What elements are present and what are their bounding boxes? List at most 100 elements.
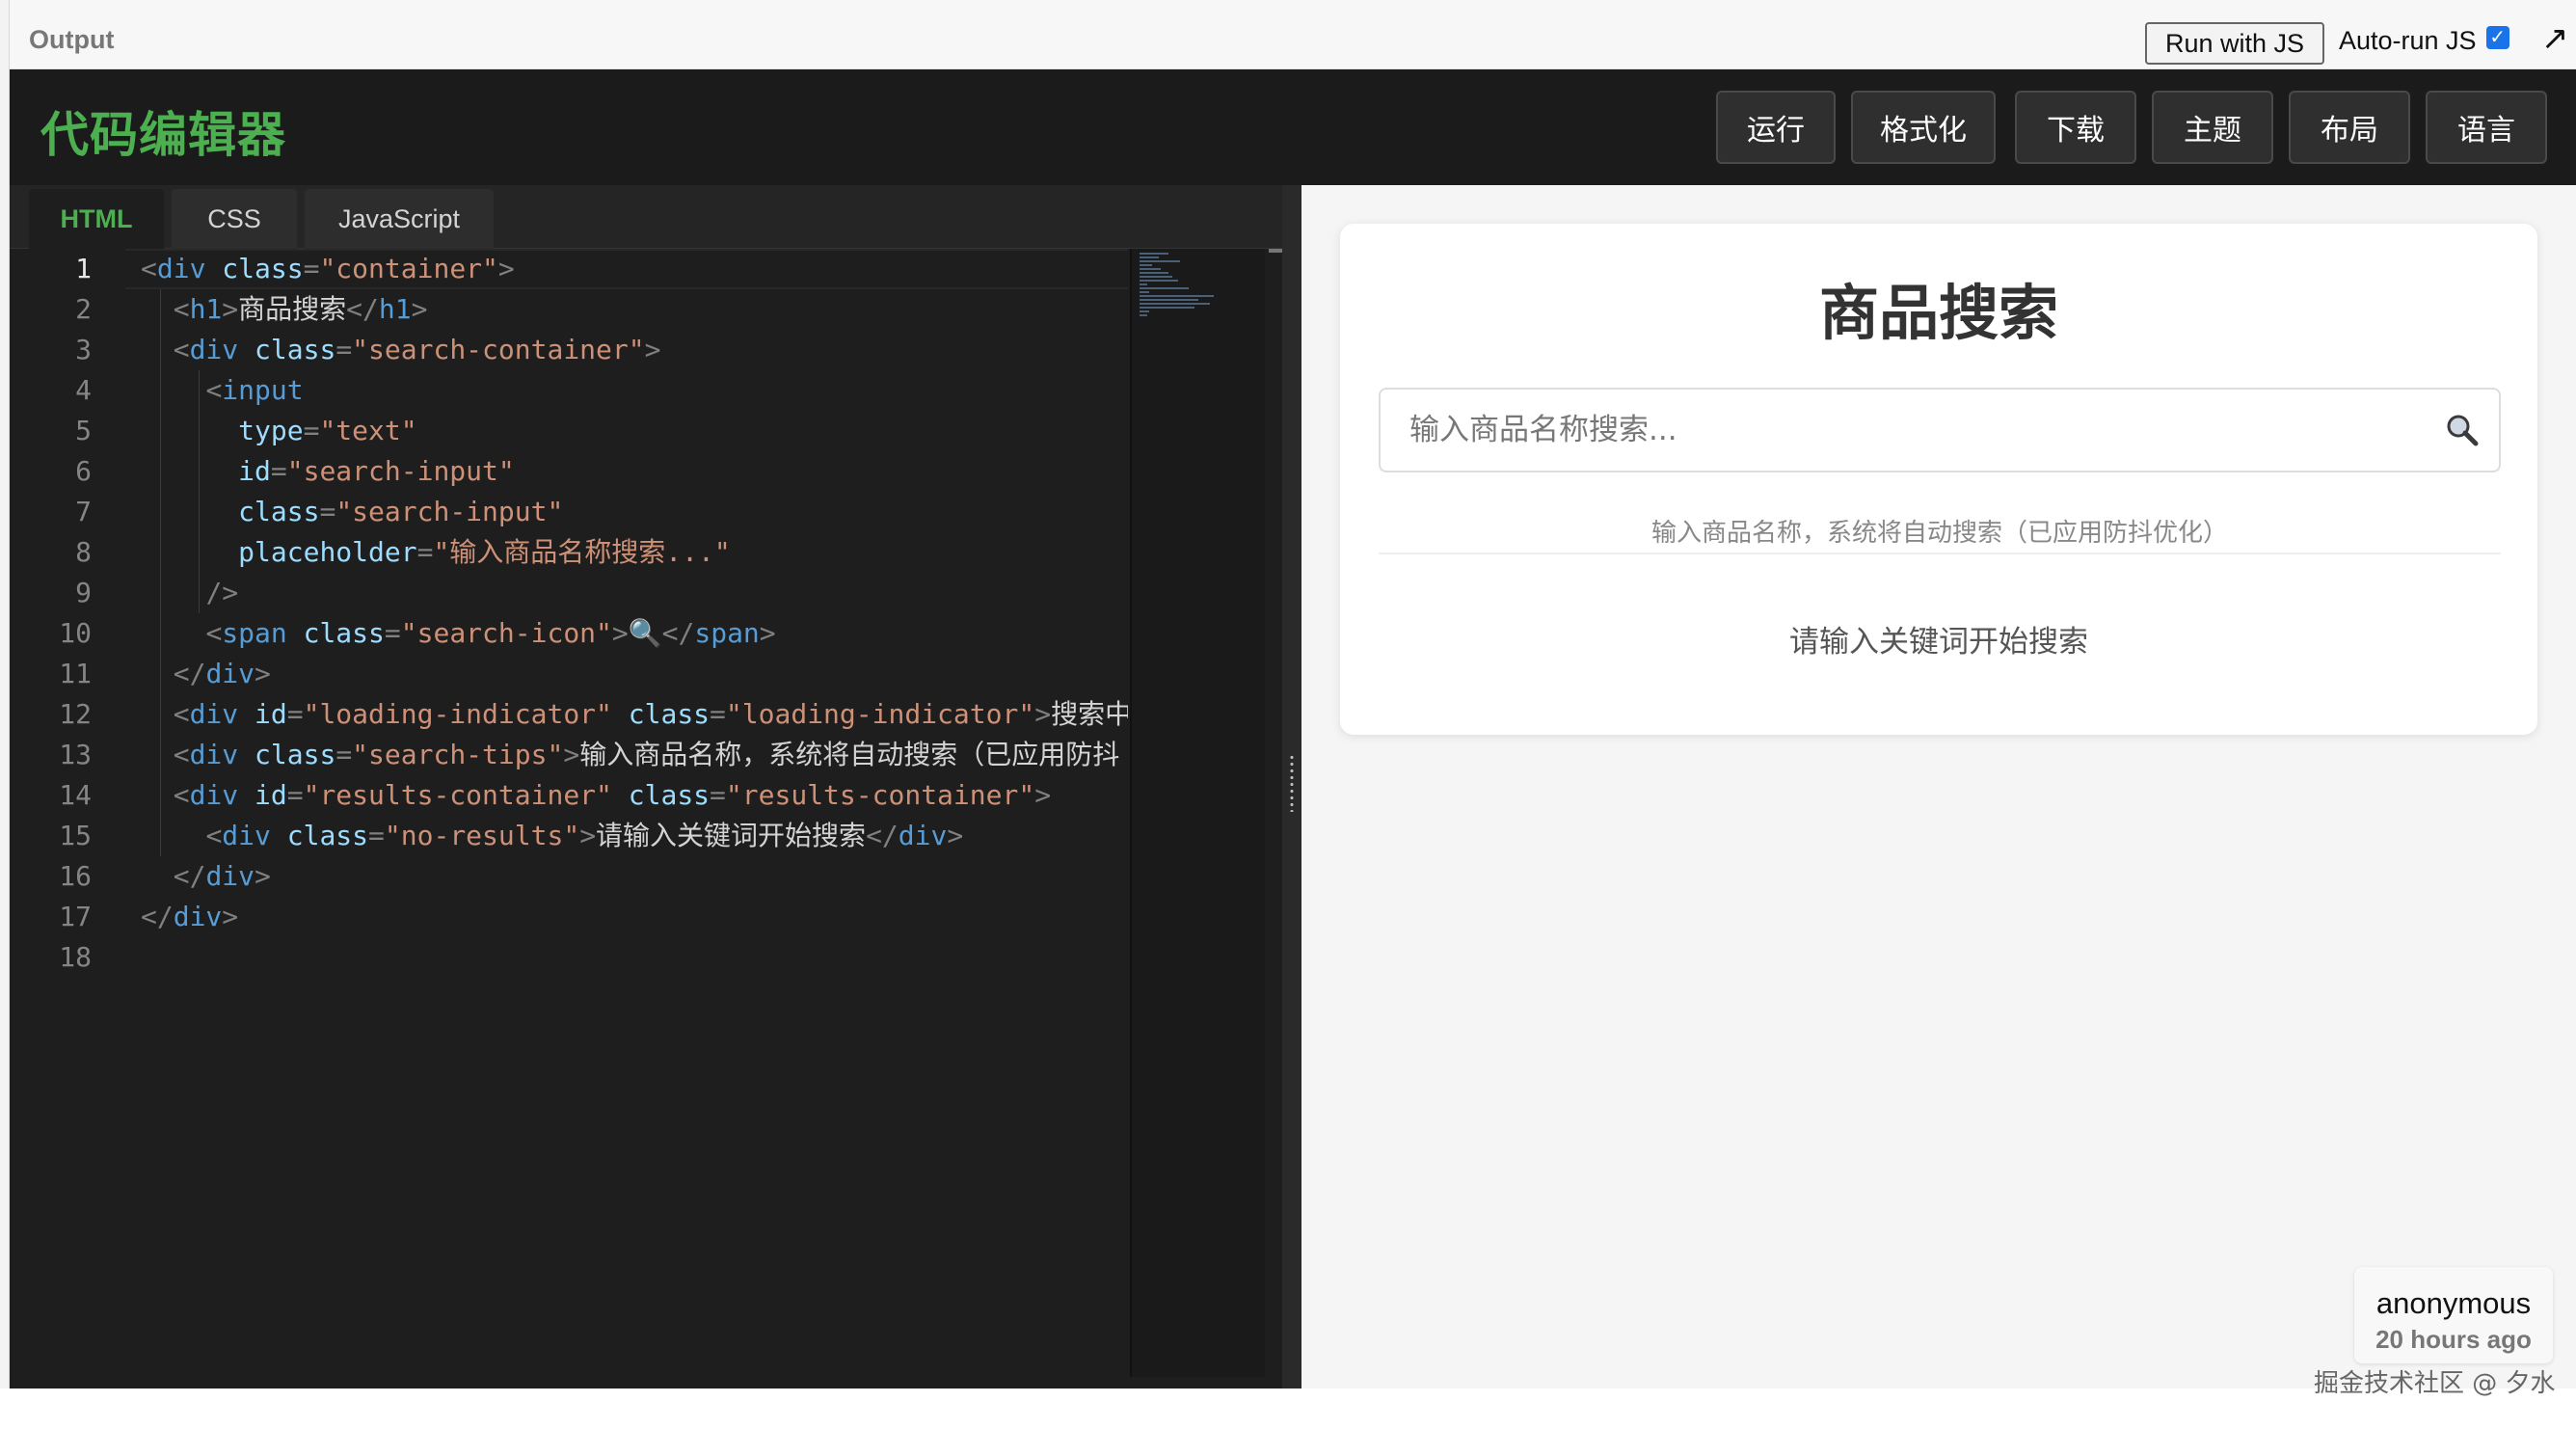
code-text: </div> [141, 901, 239, 932]
app-header: 代码编辑器 运行 格式化 下载 主题 布局 语言 [10, 69, 2576, 185]
tab-css[interactable]: CSS [172, 189, 297, 249]
code-text: <div id="loading-indicator" class="loadi… [173, 698, 1128, 730]
code-text: <div class="search-container"> [173, 334, 661, 365]
tab-html[interactable]: HTML [29, 189, 164, 249]
minimap-line [1140, 280, 1179, 282]
code-text: placeholder="输入商品名称搜索..." [238, 536, 731, 568]
code-text: <div class="container"> [141, 253, 515, 284]
minimap-line [1140, 272, 1168, 274]
preview-pane: 商品搜索 输入商品名称，系统将自动搜索（已应用防抖优化） 请输入关键词开始搜索 [1301, 185, 2576, 1389]
code-text: </div> [173, 860, 271, 892]
minimap-line [1140, 307, 1195, 309]
grip-icon [1289, 754, 1295, 812]
minimap-line [1140, 314, 1147, 316]
code-editor[interactable]: 1 <div class="container"> 2 <h1>商品搜索</h1> 3… [10, 249, 1128, 1377]
code-text: <div class="no-results">请输入关键词开始搜索</div> [205, 820, 964, 851]
format-button[interactable]: 格式化 [1851, 91, 1996, 164]
code-line[interactable]: 17 </div> [10, 897, 1128, 937]
line-number: 9 [75, 577, 92, 608]
line-number: 14 [59, 779, 92, 811]
minimap-line [1140, 283, 1147, 285]
minimap-line [1140, 299, 1199, 301]
run-button[interactable]: 运行 [1716, 91, 1836, 164]
app-logo: 代码编辑器 [40, 107, 286, 163]
code-text: <span class="search-icon">🔍</span> [205, 617, 776, 649]
code-line[interactable]: 7 class="search-input" [10, 492, 1128, 532]
minimap-line [1140, 256, 1159, 258]
theme-button[interactable]: 主题 [2152, 91, 2273, 164]
line-number: 3 [75, 334, 92, 365]
autorun-toggle[interactable]: Auto-run JS ✓ [2339, 25, 2509, 56]
search-input[interactable] [1382, 391, 2424, 469]
minimap-line [1140, 276, 1172, 278]
code-line[interactable]: 2 <h1>商品搜索</h1> [10, 289, 1128, 330]
indent-guide [199, 370, 200, 613]
left-gutter-strip [0, 0, 10, 1389]
code-text: <div class="search-tips">输入商品名称，系统将自动搜索（… [173, 739, 1120, 770]
code-line[interactable]: 14 <div id="results-container" class="re… [10, 775, 1128, 816]
line-number: 2 [75, 293, 92, 325]
line-number: 5 [75, 415, 92, 446]
code-text: id="search-input" [238, 455, 515, 487]
minimap[interactable] [1130, 249, 1265, 1377]
user-name: anonymous [2375, 1286, 2532, 1320]
line-number: 4 [75, 374, 92, 406]
code-text: type="text" [238, 415, 417, 446]
minimap-line [1140, 253, 1168, 255]
editor-pane: HTML CSS JavaScript 1 <div class="contain… [10, 185, 1301, 1389]
minimap-line [1140, 310, 1150, 312]
line-number: 10 [59, 617, 92, 649]
line-number: 8 [75, 536, 92, 568]
code-text: /> [205, 577, 239, 608]
code-line[interactable]: 9 /> [10, 573, 1128, 613]
code-line[interactable]: 11 </div> [10, 654, 1128, 694]
minimap-line [1140, 264, 1152, 266]
code-line[interactable]: 8 placeholder="输入商品名称搜索..." [10, 532, 1128, 573]
code-line[interactable]: 4 <input [10, 370, 1128, 411]
code-line[interactable]: 6 id="search-input" [10, 451, 1128, 492]
user-timestamp: 20 hours ago [2375, 1325, 2532, 1354]
code-line[interactable]: 10 <span class="search-icon">🔍</span> [10, 613, 1128, 654]
run-with-js-button[interactable]: Run with JS [2145, 22, 2324, 65]
code-line[interactable]: 5 type="text" [10, 411, 1128, 451]
output-title: Output [29, 25, 115, 54]
tab-javascript[interactable]: JavaScript [305, 189, 494, 249]
code-line[interactable]: 1 <div class="container"> [10, 249, 1128, 289]
line-number: 13 [59, 739, 92, 770]
search-icon[interactable] [2443, 411, 2482, 449]
search-tips: 输入商品名称，系统将自动搜索（已应用防抖优化） [1379, 513, 2501, 554]
arrow-up-right-icon[interactable]: ↗ [2541, 19, 2569, 58]
user-badge[interactable]: anonymous 20 hours ago [2354, 1267, 2553, 1363]
code-line[interactable]: 12 <div id="loading-indicator" class="lo… [10, 694, 1128, 735]
line-number: 16 [59, 860, 92, 892]
code-text: <h1>商品搜索</h1> [173, 293, 428, 325]
autorun-label: Auto-run JS [2339, 26, 2477, 55]
minimap-line [1140, 268, 1162, 270]
search-container [1379, 388, 2501, 472]
code-line[interactable]: 18 [10, 937, 1128, 978]
line-number: 15 [59, 820, 92, 851]
minimap-line [1140, 303, 1210, 305]
code-line[interactable]: 15 <div class="no-results">请输入关键词开始搜索</d… [10, 816, 1128, 856]
output-bar: Output Run with JS Auto-run JS ✓ ↗ [10, 0, 2576, 69]
line-number: 6 [75, 455, 92, 487]
code-line[interactable]: 3 <div class="search-container"> [10, 330, 1128, 370]
download-button[interactable]: 下载 [2015, 91, 2136, 164]
indent-guide [160, 289, 161, 856]
layout-button[interactable]: 布局 [2289, 91, 2410, 164]
line-number: 1 [75, 253, 92, 284]
code-text: class="search-input" [238, 496, 564, 527]
line-number: 12 [59, 698, 92, 730]
line-number: 18 [59, 941, 92, 973]
code-line[interactable]: 16 </div> [10, 856, 1128, 897]
watermark: 掘金技术社区 @ 夕水 [2314, 1369, 2556, 1398]
no-results-message: 请输入关键词开始搜索 [1789, 625, 2088, 660]
autorun-checkbox[interactable]: ✓ [2485, 25, 2509, 49]
code-line[interactable]: 13 <div class="search-tips">输入商品名称，系统将自动… [10, 735, 1128, 775]
search-card: 商品搜索 输入商品名称，系统将自动搜索（已应用防抖优化） 请输入关键词开始搜索 [1340, 224, 2537, 735]
pane-resize-handle[interactable] [1282, 185, 1301, 1389]
editor-tabs: HTML CSS JavaScript [10, 185, 1301, 249]
page-title: 商品搜索 [1818, 278, 2058, 348]
language-button[interactable]: 语言 [2426, 91, 2547, 164]
minimap-line [1140, 287, 1189, 289]
